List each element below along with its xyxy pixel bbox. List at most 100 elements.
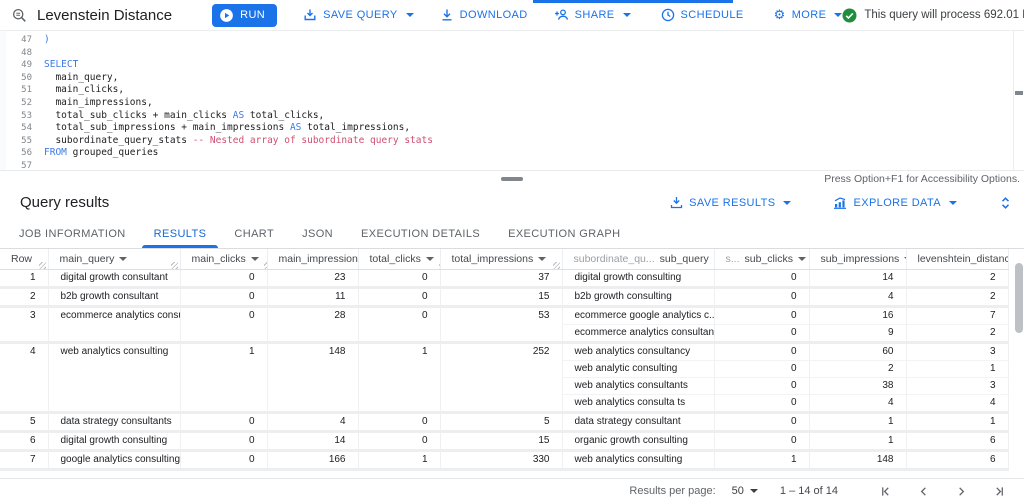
table-cell: 0 bbox=[714, 412, 809, 431]
table-cell: 2 bbox=[906, 324, 1008, 342]
code-text bbox=[32, 160, 44, 170]
tab-job-information[interactable]: JOB INFORMATION bbox=[5, 219, 140, 248]
column-menu-caret-icon[interactable] bbox=[251, 257, 259, 261]
sql-editor[interactable]: 47)4849SELECT50 main_query,51 main_click… bbox=[0, 31, 1024, 170]
table-cell: 3 bbox=[906, 342, 1008, 360]
table-cell: digital growth consulting bbox=[48, 431, 180, 450]
table-cell: 0 bbox=[180, 412, 267, 431]
table-cell: 11 bbox=[267, 287, 358, 306]
column-header-main_query[interactable]: main_query bbox=[48, 249, 180, 269]
column-header-total_impressions[interactable]: total_impressions bbox=[440, 249, 562, 269]
column-menu-caret-icon[interactable] bbox=[538, 257, 546, 261]
download-button[interactable]: DOWNLOAD bbox=[440, 8, 528, 22]
tab-execution-details[interactable]: EXECUTION DETAILS bbox=[347, 219, 494, 248]
schedule-button[interactable]: SCHEDULE bbox=[661, 8, 744, 22]
column-menu-caret-icon[interactable] bbox=[798, 257, 806, 261]
query-status: This query will process 692.01 KB when r… bbox=[842, 8, 1024, 23]
tab-execution-graph[interactable]: EXECUTION GRAPH bbox=[494, 219, 634, 248]
table-cell: digital growth consulting bbox=[562, 269, 714, 287]
table-cell: 0 bbox=[180, 287, 267, 306]
chevron-down-icon bbox=[783, 201, 791, 205]
query-results-header: Query results SAVE RESULTS EXPLORE DATA bbox=[0, 186, 1024, 219]
table-cell: data strategy consultant bbox=[562, 412, 714, 431]
table-cell: 1 bbox=[906, 412, 1008, 431]
column-resize-handle[interactable] bbox=[553, 262, 560, 269]
tab-json[interactable]: JSON bbox=[288, 219, 347, 248]
table-cell: web analytics consulting bbox=[562, 450, 714, 469]
column-label: sub_impressions bbox=[821, 253, 900, 265]
expand-results-button[interactable] bbox=[999, 196, 1012, 210]
table-cell: 7 bbox=[906, 306, 1008, 324]
column-resize-handle[interactable] bbox=[171, 262, 178, 269]
table-cell: 23 bbox=[267, 269, 358, 287]
table-cell: 1 bbox=[0, 269, 48, 287]
next-page-button[interactable] bbox=[950, 480, 972, 502]
pagination: Results per page: 50 1 – 14 of 14 bbox=[0, 478, 1024, 503]
code-text: ) bbox=[32, 34, 50, 47]
code-line: 48 bbox=[6, 47, 1024, 60]
code-text: total_sub_impressions + main_impressions… bbox=[32, 122, 410, 135]
table-cell: 9 bbox=[809, 324, 906, 342]
table-cell: 148 bbox=[809, 450, 906, 469]
table-cell: 6 bbox=[906, 431, 1008, 450]
table-cell: b2b growth consulting bbox=[562, 287, 714, 306]
explore-data-button[interactable]: EXPLORE DATA bbox=[833, 196, 957, 209]
column-menu-caret-icon[interactable] bbox=[119, 257, 127, 261]
table-cell: 6 bbox=[906, 450, 1008, 469]
table-cell: 148 bbox=[267, 342, 358, 412]
code-line: 49SELECT bbox=[6, 59, 1024, 72]
column-label: sub_query bbox=[660, 253, 709, 265]
panel-divider: Press Option+F1 for Accessibility Option… bbox=[0, 170, 1024, 186]
column-header-main_impressions[interactable]: main_impressions bbox=[267, 249, 358, 269]
code-text: total_sub_clicks + main_clicks AS total_… bbox=[32, 110, 324, 123]
table-cell: 0 bbox=[714, 269, 809, 287]
query-results-title: Query results bbox=[20, 194, 109, 211]
column-header-total_clicks[interactable]: total_clicks bbox=[358, 249, 440, 269]
editor-scrollbar-thumb[interactable] bbox=[1015, 91, 1023, 95]
column-header-sub_clicks[interactable]: s...sub_clicks bbox=[714, 249, 809, 269]
table-cell: 0 bbox=[714, 377, 809, 394]
chevron-left-icon bbox=[918, 486, 929, 497]
run-button[interactable]: RUN bbox=[212, 4, 277, 27]
table-cell: digital growth consultant bbox=[48, 269, 180, 287]
line-number: 47 bbox=[6, 34, 32, 47]
panel-resize-handle[interactable] bbox=[501, 177, 523, 181]
tab-chart[interactable]: CHART bbox=[220, 219, 288, 248]
table-cell: 0 bbox=[714, 431, 809, 450]
first-page-button[interactable] bbox=[874, 480, 896, 502]
results-table-area: Row main_querymain_clicksmain_impressions… bbox=[0, 249, 1024, 478]
play-icon bbox=[219, 8, 234, 23]
table-cell: 53 bbox=[440, 306, 562, 342]
last-page-button[interactable] bbox=[988, 480, 1010, 502]
table-cell: 4 bbox=[906, 394, 1008, 412]
code-text: main_clicks, bbox=[32, 84, 124, 97]
chevron-down-icon bbox=[949, 201, 957, 205]
table-cell: 1 bbox=[809, 431, 906, 450]
page-size-select[interactable]: 50 bbox=[732, 485, 758, 497]
prev-page-button[interactable] bbox=[912, 480, 934, 502]
results-scrollbar-thumb[interactable] bbox=[1015, 263, 1023, 333]
column-header-main_clicks[interactable]: main_clicks bbox=[180, 249, 267, 269]
table-cell: 5 bbox=[440, 412, 562, 431]
page-range: 1 – 14 of 14 bbox=[780, 485, 838, 497]
save-query-button[interactable]: SAVE QUERY bbox=[303, 8, 414, 22]
column-label: Row bbox=[11, 253, 32, 265]
column-resize-handle[interactable] bbox=[39, 262, 46, 269]
column-menu-caret-icon[interactable] bbox=[426, 257, 434, 261]
table-cell: 0 bbox=[714, 360, 809, 377]
column-header-sub_query[interactable]: subordinate_qu...sub_query bbox=[562, 249, 714, 269]
table-cell: 0 bbox=[358, 412, 440, 431]
editor-scrollbar[interactable] bbox=[1013, 31, 1024, 170]
save-results-button[interactable]: SAVE RESULTS bbox=[670, 196, 791, 209]
tab-results[interactable]: RESULTS bbox=[140, 219, 221, 248]
results-tabs: JOB INFORMATIONRESULTSCHARTJSONEXECUTION… bbox=[0, 219, 1024, 249]
column-header-sub_impressions[interactable]: sub_impressions bbox=[809, 249, 906, 269]
share-button[interactable]: SHARE bbox=[554, 8, 631, 22]
table-cell: 6 bbox=[0, 431, 48, 450]
last-page-icon bbox=[994, 486, 1005, 497]
line-number: 50 bbox=[6, 72, 32, 85]
table-cell: 4 bbox=[0, 342, 48, 412]
line-number: 54 bbox=[6, 122, 32, 135]
more-button[interactable]: ⚙ MORE bbox=[774, 9, 843, 22]
table-row: 4web analytics consulting11481252web ana… bbox=[0, 342, 1008, 360]
